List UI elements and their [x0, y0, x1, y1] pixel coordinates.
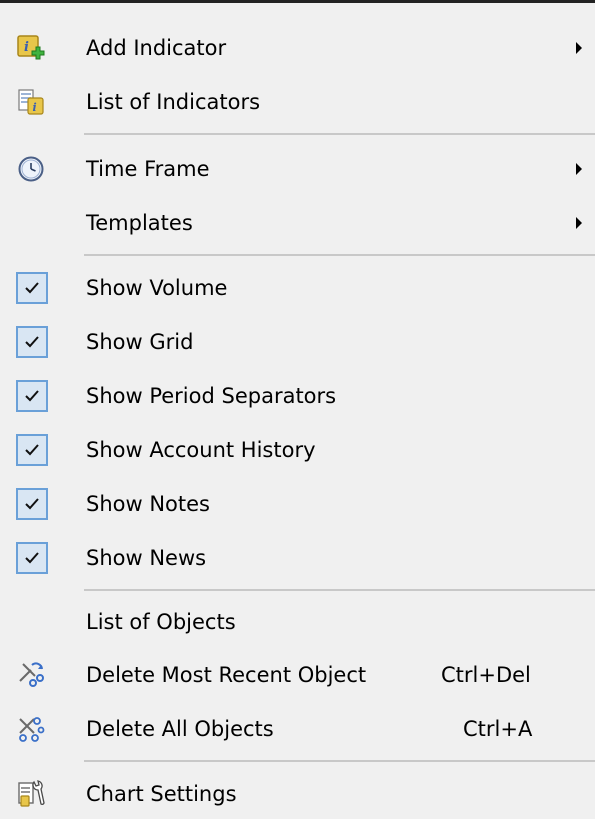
delete-recent-object-icon: [17, 661, 45, 689]
submenu-arrow-icon: [576, 42, 582, 54]
menu-item-list-of-objects[interactable]: List of Objects: [0, 597, 595, 647]
checkmark-icon: [16, 326, 48, 358]
menu-separator: [84, 760, 595, 762]
submenu-arrow-icon: [576, 163, 582, 175]
menu-item-label: Delete Most Recent Object: [86, 663, 367, 687]
menu-item-show-period-separators[interactable]: Show Period Separators: [0, 371, 595, 421]
menu-item-label: Time Frame: [86, 157, 210, 181]
menu-item-label: Chart Settings: [86, 782, 237, 806]
menu-item-label: Delete All Objects: [86, 717, 274, 741]
menu-item-label: Show Period Separators: [86, 384, 337, 408]
menu-item-add-indicator[interactable]: i Add Indicator: [0, 23, 595, 73]
menu-item-label: Show Volume: [86, 276, 228, 300]
menu-separator: [84, 133, 595, 135]
menu-item-chart-settings[interactable]: Chart Settings: [0, 769, 595, 819]
chart-settings-icon: [17, 780, 45, 808]
menu-item-time-frame[interactable]: Time Frame: [0, 144, 595, 194]
menu-item-show-account-history[interactable]: Show Account History: [0, 425, 595, 475]
menu-separator: [84, 254, 595, 256]
menu-item-label: Show Notes: [86, 492, 210, 516]
keyboard-shortcut: Ctrl+Del: [441, 663, 531, 687]
menu-item-label: List of Indicators: [86, 90, 261, 114]
checkmark-icon: [16, 380, 48, 412]
svg-text:i: i: [33, 101, 37, 114]
chart-context-menu: i Add Indicator i List of Indicators Tim…: [0, 0, 595, 816]
delete-all-objects-icon: [17, 715, 45, 743]
menu-item-label: List of Objects: [86, 610, 236, 634]
menu-item-show-grid[interactable]: Show Grid: [0, 317, 595, 367]
checkmark-icon: [16, 542, 48, 574]
menu-item-templates[interactable]: Templates: [0, 198, 595, 248]
submenu-arrow-icon: [576, 217, 582, 229]
menu-item-show-volume[interactable]: Show Volume: [0, 263, 595, 313]
menu-item-show-notes[interactable]: Show Notes: [0, 479, 595, 529]
menu-item-delete-all-objects[interactable]: Delete All Objects Ctrl+A: [0, 704, 595, 754]
keyboard-shortcut: Ctrl+A: [463, 717, 533, 741]
checkmark-icon: [16, 272, 48, 304]
menu-item-label: Show News: [86, 546, 207, 570]
menu-item-delete-most-recent-object[interactable]: Delete Most Recent Object Ctrl+Del: [0, 650, 595, 700]
menu-item-show-news[interactable]: Show News: [0, 533, 595, 583]
add-indicator-icon: i: [17, 34, 45, 62]
clock-icon: [17, 155, 45, 183]
indicators-list-icon: i: [17, 88, 45, 116]
menu-item-label: Templates: [86, 211, 193, 235]
menu-item-list-of-indicators[interactable]: i List of Indicators: [0, 77, 595, 127]
menu-item-label: Add Indicator: [86, 36, 227, 60]
menu-item-label: Show Account History: [86, 438, 316, 462]
checkmark-icon: [16, 434, 48, 466]
checkmark-icon: [16, 488, 48, 520]
svg-text:i: i: [24, 40, 29, 55]
menu-item-label: Show Grid: [86, 330, 194, 354]
menu-separator: [84, 589, 595, 591]
